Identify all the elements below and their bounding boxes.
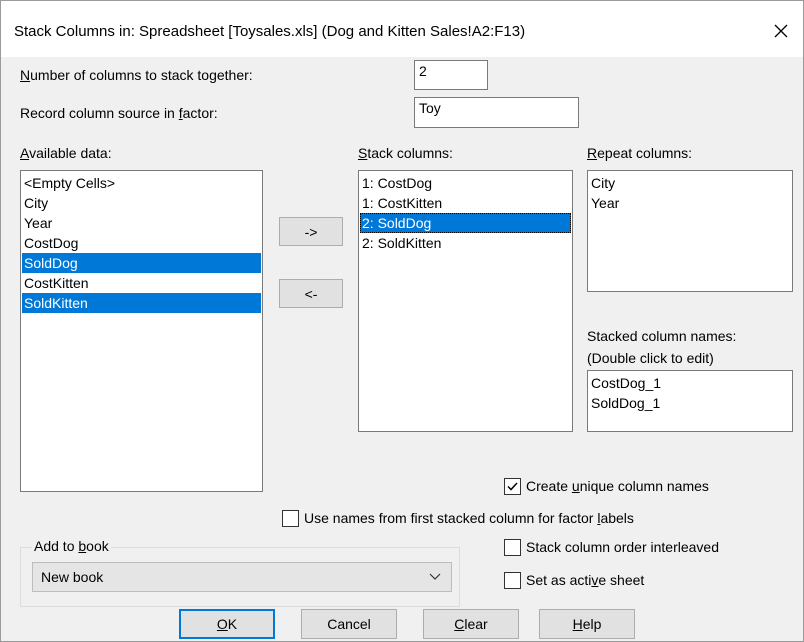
cancel-button[interactable]: Cancel [301,609,397,639]
num-columns-label: Number of columns to stack together: [20,67,253,83]
interleaved-label: Stack column order interleaved [526,539,719,555]
window-title: Stack Columns in: Spreadsheet [Toysales.… [14,23,526,40]
list-item[interactable]: CostKitten [22,273,261,293]
close-icon [774,24,788,38]
title-bar: Stack Columns in: Spreadsheet [Toysales.… [1,1,803,57]
add-to-book-select[interactable]: New book [32,562,452,592]
clear-button[interactable]: Clear [423,609,519,639]
stack-columns-list[interactable]: 1: CostDog 1: CostKitten 2: SoldDog 2: S… [358,170,573,432]
list-item[interactable]: City [589,173,791,193]
list-item[interactable]: Year [589,193,791,213]
list-item[interactable]: SoldDog [22,253,261,273]
interleaved-checkbox[interactable] [504,539,521,556]
add-to-stack-button[interactable]: -> [279,217,343,246]
first-column-names-label: Use names from first stacked column for … [304,510,634,526]
stack-columns-label: Stack columns: [358,145,453,161]
record-source-input[interactable]: Toy [414,97,579,128]
unique-names-label: Create unique column names [526,478,709,494]
repeat-columns-label: Repeat columns: [587,145,693,161]
remove-from-stack-button[interactable]: <- [279,279,343,308]
num-columns-input[interactable]: 2 [414,60,488,90]
active-sheet-label: Set as active sheet [526,572,645,588]
list-item[interactable]: <Empty Cells> [22,173,261,193]
list-item[interactable]: CostDog_1 [589,373,791,393]
stacked-names-label: Stacked column names: [587,328,737,344]
list-item[interactable]: City [22,193,261,213]
add-to-book-value: New book [41,569,104,585]
close-button[interactable] [759,13,803,49]
add-to-book-label: Add to book [32,538,111,554]
list-item[interactable]: Year [22,213,261,233]
first-column-names-checkbox[interactable] [282,510,299,527]
list-item[interactable]: 2: SoldDog [360,213,571,233]
list-item[interactable]: 1: CostKitten [360,193,571,213]
repeat-columns-list[interactable]: City Year [587,170,793,292]
list-item[interactable]: CostDog [22,233,261,253]
list-item[interactable]: 1: CostDog [360,173,571,193]
list-item[interactable]: SoldDog_1 [589,393,791,413]
list-item[interactable]: SoldKitten [22,293,261,313]
stacked-names-list[interactable]: CostDog_1 SoldDog_1 [587,370,793,432]
checkmark-icon [507,482,518,491]
stacked-names-hint: (Double click to edit) [587,350,714,366]
stack-columns-dialog: Stack Columns in: Spreadsheet [Toysales.… [0,0,804,642]
available-data-list[interactable]: <Empty Cells> City Year CostDog SoldDog … [20,170,263,492]
ok-button[interactable]: OK [179,609,275,639]
unique-names-checkbox[interactable] [504,478,521,495]
help-button[interactable]: Help [539,609,635,639]
record-source-label: Record column source in factor: [20,105,218,121]
available-data-label: Available data: [20,145,112,161]
active-sheet-checkbox[interactable] [504,572,521,589]
list-item[interactable]: 2: SoldKitten [360,233,571,253]
chevron-down-icon [429,573,441,580]
